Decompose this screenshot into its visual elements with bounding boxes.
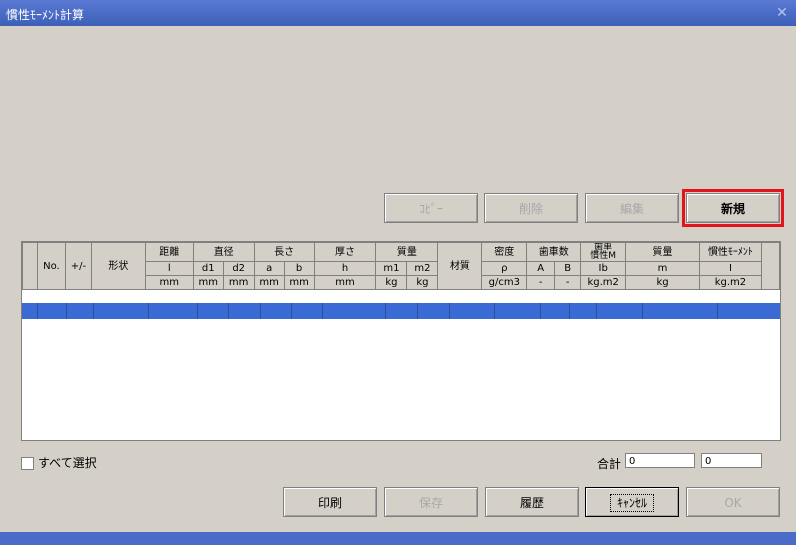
edit-button[interactable]: 編集	[585, 193, 679, 223]
header-density: 密度	[481, 242, 528, 262]
window-bottom-border	[0, 532, 796, 545]
parts-grid[interactable]: No. +/- 形状 距離 直径 長さ 厚さ 質量 材質 密度 歯車数 歯車 慣…	[21, 241, 781, 441]
header-teeth: 歯車数	[526, 242, 582, 262]
sym-Ib: Ib	[580, 261, 627, 276]
select-all-label: すべて選択	[38, 456, 97, 470]
unit-rho: g/cm3	[481, 275, 528, 290]
header-inertia: 慣性ﾓｰﾒﾝﾄ	[698, 242, 762, 262]
save-button[interactable]: 保存	[384, 487, 478, 517]
new-button[interactable]: 新規	[682, 189, 784, 227]
sym-b: b	[283, 261, 315, 276]
header-distance: 距離	[144, 242, 194, 262]
header-mass2: 質量	[625, 242, 700, 262]
select-all[interactable]: すべて選択	[21, 454, 97, 471]
sym-B: B	[554, 261, 582, 276]
unit-m1: kg	[375, 275, 408, 290]
header-blank	[22, 242, 38, 290]
cancel-label: ｷｬﾝｾﾙ	[609, 494, 654, 512]
unit-d2: mm	[222, 275, 255, 290]
total-inertia-field[interactable]: 0	[701, 453, 762, 468]
close-icon[interactable]: ✕	[774, 5, 790, 21]
copy-button[interactable]: ｺﾋﾟｰ	[384, 193, 478, 223]
window-title: 慣性ﾓｰﾒﾝﾄ計算	[6, 8, 85, 22]
sym-h: h	[313, 261, 377, 276]
unit-m2: kg	[406, 275, 439, 290]
select-all-checkbox[interactable]	[21, 457, 34, 470]
header-end	[760, 242, 780, 290]
dialog-window: 慣性ﾓｰﾒﾝﾄ計算 ✕ ｺﾋﾟｰ 削除 編集 新規 No. +/- 形状 距離 …	[0, 0, 796, 545]
unit-A: -	[526, 275, 556, 290]
sym-a: a	[253, 261, 285, 276]
print-button[interactable]: 印刷	[283, 487, 377, 517]
total-mass-field[interactable]: 0	[625, 453, 695, 468]
unit-d1: mm	[192, 275, 224, 290]
sym-I: I	[698, 261, 762, 276]
selected-row[interactable]	[22, 303, 780, 319]
cancel-button[interactable]: ｷｬﾝｾﾙ	[585, 487, 679, 517]
sym-rho: ρ	[481, 261, 528, 276]
unit-B: -	[554, 275, 582, 290]
ok-button[interactable]: OK	[686, 487, 780, 517]
unit-I: kg.m2	[698, 275, 762, 290]
title-bar[interactable]: 慣性ﾓｰﾒﾝﾄ計算 ✕	[0, 0, 796, 26]
header-gear-inertia: 歯車 慣性M	[580, 242, 627, 262]
sym-m2: m2	[406, 261, 439, 276]
unit-h: mm	[313, 275, 377, 290]
unit-m: kg	[625, 275, 700, 290]
delete-button[interactable]: 削除	[484, 193, 578, 223]
header-plus-minus: +/-	[64, 242, 92, 290]
sym-d2: d2	[222, 261, 255, 276]
unit-l: mm	[144, 275, 194, 290]
unit-Ib: kg.m2	[580, 275, 627, 290]
header-diameter: 直径	[192, 242, 255, 262]
header-no: No.	[36, 242, 66, 290]
grid-header: No. +/- 形状 距離 直径 長さ 厚さ 質量 材質 密度 歯車数 歯車 慣…	[22, 242, 780, 290]
header-material: 材質	[437, 242, 483, 290]
total-label: 合計	[597, 457, 622, 471]
header-length: 長さ	[253, 242, 315, 262]
unit-a: mm	[253, 275, 285, 290]
sym-m1: m1	[375, 261, 408, 276]
sym-l: l	[144, 261, 194, 276]
sym-A: A	[526, 261, 556, 276]
history-button[interactable]: 履歴	[485, 487, 579, 517]
sym-m: m	[625, 261, 700, 276]
header-mass: 質量	[375, 242, 439, 262]
unit-b: mm	[283, 275, 315, 290]
header-shape: 形状	[90, 242, 146, 290]
sym-d1: d1	[192, 261, 224, 276]
header-thickness: 厚さ	[313, 242, 377, 262]
